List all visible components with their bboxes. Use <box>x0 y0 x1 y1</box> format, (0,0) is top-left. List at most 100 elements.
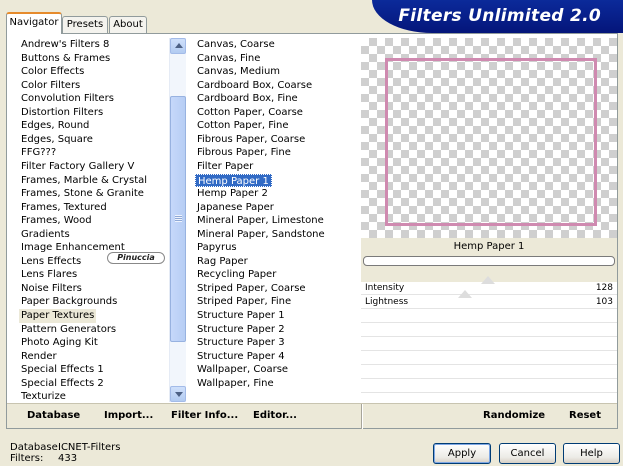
list-item[interactable]: Papyrus <box>195 241 239 255</box>
filter-info-button[interactable]: Filter Info... <box>171 410 238 421</box>
list-item[interactable]: Fibrous Paper, Coarse <box>195 133 307 147</box>
tab-label: Presets <box>66 19 104 30</box>
reset-button[interactable]: Reset <box>569 410 601 421</box>
slider-empty <box>361 366 617 379</box>
category-list[interactable]: Andrew's Filters 8 Buttons & Frames Color … <box>19 38 169 402</box>
list-item[interactable]: Edges, Round <box>19 119 91 133</box>
list-item[interactable]: Convolution Filters <box>19 92 116 106</box>
tab-presets[interactable]: Presets <box>62 16 108 33</box>
list-item[interactable]: Striped Paper, Fine <box>195 295 293 309</box>
tab-about[interactable]: About <box>109 16 147 33</box>
slider-empty <box>361 324 617 337</box>
slider-label: Intensity <box>365 283 405 293</box>
help-button[interactable]: Help <box>563 443 620 464</box>
slider-value: 103 <box>595 297 613 307</box>
list-item[interactable]: Structure Paper 4 <box>195 350 287 364</box>
list-item[interactable]: Filter Factory Gallery V <box>19 160 136 174</box>
watermark: Pinuccia <box>107 252 165 264</box>
database-label: Database: <box>10 442 62 453</box>
list-item[interactable]: Paper Backgrounds <box>19 295 119 309</box>
list-item[interactable]: Render <box>19 350 59 364</box>
lightness-slider-handle[interactable] <box>458 290 472 298</box>
list-item[interactable]: Pattern Generators <box>19 323 118 337</box>
list-item[interactable]: Hemp Paper 1 <box>195 173 272 187</box>
preview-frame <box>385 58 597 226</box>
list-item[interactable]: Distortion Filters <box>19 106 105 120</box>
list-item[interactable]: Noise Filters <box>19 282 84 296</box>
list-item[interactable]: Canvas, Coarse <box>195 38 277 52</box>
list-item[interactable]: Structure Paper 1 <box>195 309 287 323</box>
database-button[interactable]: Database <box>27 410 80 421</box>
list-item[interactable]: Structure Paper 3 <box>195 336 287 350</box>
slider-empty <box>361 338 617 351</box>
list-item[interactable]: Texturize <box>19 390 68 404</box>
scroll-thumb[interactable] <box>170 96 186 342</box>
preview-filter-name: Hemp Paper 1 <box>453 241 525 252</box>
filter-list[interactable]: Canvas, Coarse Canvas, Fine Canvas, Medium… <box>195 38 355 402</box>
slider-lightness[interactable]: Lightness 103 <box>361 296 617 309</box>
list-item[interactable]: Filter Paper <box>195 160 255 174</box>
slider-empty <box>361 352 617 365</box>
list-item[interactable]: Frames, Marble & Crystal <box>19 174 149 188</box>
list-item[interactable]: Buttons & Frames <box>19 52 112 66</box>
database-info: Database: ICNET-Filters <box>10 442 121 453</box>
editor-button[interactable]: Editor... <box>253 410 297 421</box>
filters-info: Filters: 433 <box>10 453 77 464</box>
slider-value: 128 <box>595 283 613 293</box>
randomize-button[interactable]: Randomize <box>483 410 545 421</box>
list-item[interactable]: Color Filters <box>19 79 82 93</box>
title-banner: Filters Unlimited 2.0 <box>372 0 623 33</box>
list-item[interactable]: FFG??? <box>19 146 58 160</box>
list-item[interactable]: Cotton Paper, Coarse <box>195 106 305 120</box>
list-item[interactable]: Frames, Textured <box>19 201 109 215</box>
list-item[interactable]: Wallpaper, Coarse <box>195 363 290 377</box>
preview-area <box>361 38 617 238</box>
list-item[interactable]: Rag Paper <box>195 255 250 269</box>
list-item[interactable]: Gradients <box>19 228 72 242</box>
list-item[interactable]: Color Effects <box>19 65 86 79</box>
list-item[interactable]: Canvas, Medium <box>195 65 282 79</box>
slider-empty <box>361 310 617 323</box>
tab-label: Navigator <box>9 17 59 28</box>
list-item[interactable]: Lens Flares <box>19 268 79 282</box>
list-item[interactable]: Japanese Paper <box>195 201 276 215</box>
apply-button[interactable]: Apply <box>433 443 491 464</box>
navigator-panel: Andrew's Filters 8 Buttons & Frames Color … <box>6 33 618 429</box>
list-item[interactable]: Fibrous Paper, Fine <box>195 146 293 160</box>
toolbar: Database Import... Filter Info... Editor… <box>7 403 617 429</box>
list-item[interactable]: Paper Textures <box>19 309 97 323</box>
list-item[interactable]: Special Effects 1 <box>19 363 106 377</box>
list-item[interactable]: Cardboard Box, Coarse <box>195 79 314 93</box>
category-scrollbar[interactable] <box>169 38 186 402</box>
list-item[interactable]: Cotton Paper, Fine <box>195 119 291 133</box>
list-item[interactable]: Mineral Paper, Limestone <box>195 214 326 228</box>
slider-label: Lightness <box>365 297 409 307</box>
slider-panel: Intensity 128 Lightness 103 <box>361 276 617 402</box>
toolbar-separator <box>361 404 363 429</box>
scroll-up-button[interactable] <box>170 38 186 54</box>
list-item[interactable]: Cardboard Box, Fine <box>195 92 300 106</box>
list-item[interactable]: Canvas, Fine <box>195 52 262 66</box>
cancel-button[interactable]: Cancel <box>499 443 556 464</box>
list-item[interactable]: Structure Paper 2 <box>195 323 287 337</box>
list-item[interactable]: Edges, Square <box>19 133 95 147</box>
progress-bar <box>363 256 615 266</box>
list-item[interactable]: Hemp Paper 2 <box>195 187 270 201</box>
list-item[interactable]: Photo Aging Kit <box>19 336 100 350</box>
list-item[interactable]: Special Effects 2 <box>19 377 106 391</box>
list-item[interactable]: Frames, Wood <box>19 214 94 228</box>
filters-count: 433 <box>58 453 78 464</box>
list-item[interactable]: Andrew's Filters 8 <box>19 38 111 52</box>
list-item[interactable]: Striped Paper, Coarse <box>195 282 308 296</box>
list-item[interactable]: Recycling Paper <box>195 268 278 282</box>
tab-navigator[interactable]: Navigator <box>6 12 62 34</box>
list-item[interactable]: Lens Effects <box>19 255 83 269</box>
list-item[interactable]: Mineral Paper, Sandstone <box>195 228 327 242</box>
scroll-down-button[interactable] <box>170 386 186 402</box>
slider-empty <box>361 380 617 393</box>
list-item[interactable]: Frames, Stone & Granite <box>19 187 146 201</box>
list-item[interactable]: Wallpaper, Fine <box>195 377 276 391</box>
import-button[interactable]: Import... <box>104 410 153 421</box>
filters-label: Filters: <box>10 453 44 464</box>
intensity-slider-handle[interactable] <box>481 276 495 284</box>
